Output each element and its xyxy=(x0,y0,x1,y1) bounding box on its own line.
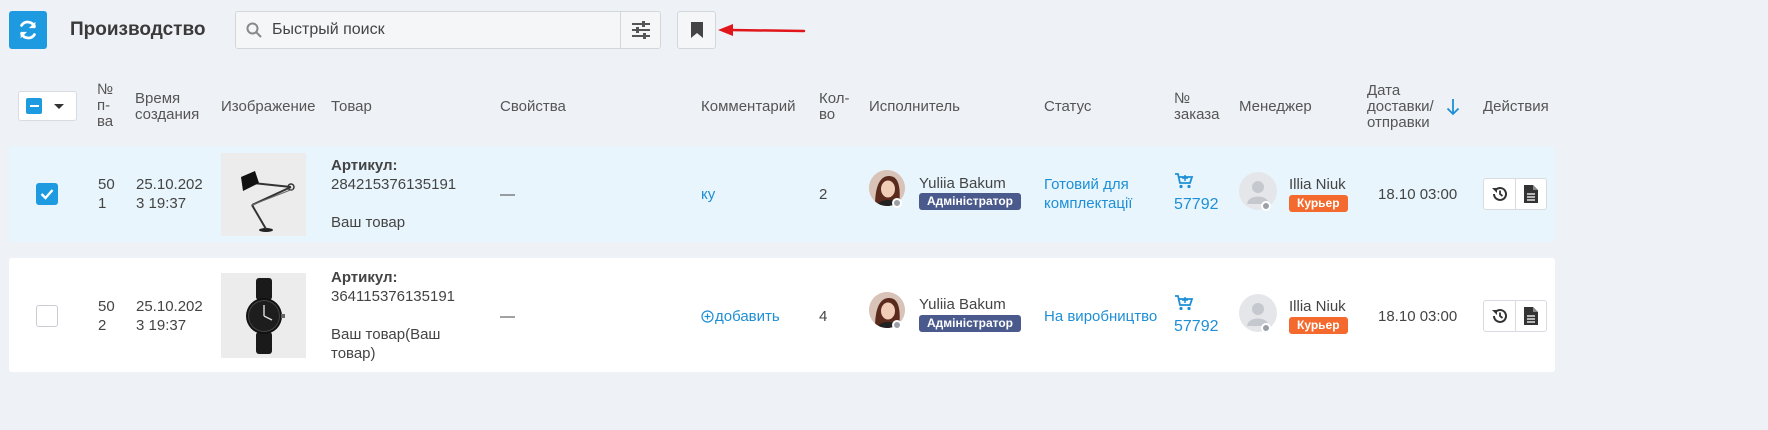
caret-down-icon xyxy=(54,103,64,109)
executor-role-badge: Адміністратор xyxy=(919,193,1022,210)
page-title: Производство xyxy=(70,19,206,40)
wristwatch-image[interactable] xyxy=(221,273,306,358)
header-delivery[interactable]: Дата доставки/отправки xyxy=(1367,83,1434,131)
manager-avatar xyxy=(1239,172,1277,210)
row-actions xyxy=(1483,300,1547,332)
header-actions: Действия xyxy=(1483,98,1549,115)
properties-value: — xyxy=(500,308,515,325)
row-num: 50 1 xyxy=(98,176,115,212)
bookmark-icon xyxy=(690,22,703,38)
header-executor[interactable]: Исполнитель xyxy=(869,99,960,115)
executor-name: Yuliia Bakum xyxy=(919,296,1006,313)
document-icon xyxy=(1524,185,1538,203)
search-icon xyxy=(236,12,272,48)
sku-label: Артикул: xyxy=(331,269,398,286)
product-info: Артикул: 364115376135191 Ваш товар(Ваш то… xyxy=(331,268,455,363)
plus-circle-icon xyxy=(701,310,714,323)
header-status[interactable]: Статус xyxy=(1044,99,1091,115)
row-created: 25.10.202 3 19:37 xyxy=(136,298,203,334)
history-button[interactable] xyxy=(1484,179,1515,209)
document-icon xyxy=(1524,307,1538,325)
filter-settings-button[interactable] xyxy=(620,12,660,48)
search-box xyxy=(235,11,661,49)
refresh-button[interactable] xyxy=(9,11,47,49)
row-checkbox[interactable] xyxy=(36,305,58,327)
bookmark-button[interactable] xyxy=(677,11,716,49)
manager-role-badge: Курьер xyxy=(1289,317,1348,334)
select-all-dropdown[interactable] xyxy=(18,91,77,121)
product-name: Ваш товар xyxy=(331,214,406,231)
offline-status-dot xyxy=(1261,201,1271,211)
row-checkbox[interactable] xyxy=(36,183,58,205)
refresh-icon xyxy=(20,20,36,40)
history-icon xyxy=(1491,308,1507,323)
sort-down-arrow-icon[interactable] xyxy=(1446,98,1460,116)
sku-label: Артикул: xyxy=(331,157,398,174)
delivery-date: 18.10 03:00 xyxy=(1378,186,1458,203)
row-num: 50 2 xyxy=(98,298,115,334)
document-button[interactable] xyxy=(1515,301,1546,331)
header-order[interactable]: № заказа xyxy=(1174,91,1220,123)
header-product[interactable]: Товар xyxy=(331,99,372,115)
document-button[interactable] xyxy=(1515,179,1546,209)
check-icon xyxy=(40,189,54,200)
annotation-arrow xyxy=(718,24,806,36)
order-number-link[interactable]: 57792 xyxy=(1174,195,1219,214)
executor-role-badge: Адміністратор xyxy=(919,315,1022,332)
product-info: Артикул: 284215376135191 Ваш товар xyxy=(331,156,456,232)
comment-link[interactable]: ку xyxy=(701,185,715,204)
properties-value: — xyxy=(500,186,515,203)
cart-icon[interactable] xyxy=(1174,173,1194,189)
history-button[interactable] xyxy=(1484,301,1515,331)
qty-value: 4 xyxy=(819,308,828,325)
offline-status-dot xyxy=(892,198,902,208)
header-num[interactable]: № п-ва xyxy=(97,82,113,130)
manager-name: Illia Niuk xyxy=(1289,298,1346,315)
cart-icon[interactable] xyxy=(1174,295,1194,311)
manager-name: Illia Niuk xyxy=(1289,176,1346,193)
manager-avatar xyxy=(1239,294,1277,332)
history-icon xyxy=(1491,186,1507,201)
add-comment-link[interactable]: добавить xyxy=(701,307,780,326)
header-image: Изображение xyxy=(221,98,316,115)
status-link[interactable]: Готовий для комплектації xyxy=(1044,175,1132,213)
desk-lamp-image[interactable] xyxy=(221,153,306,236)
header-properties: Свойства xyxy=(500,98,566,115)
sliders-icon xyxy=(631,21,650,39)
header-qty[interactable]: Кол-во xyxy=(819,91,850,123)
header-created[interactable]: Время создания xyxy=(135,91,199,123)
row-actions xyxy=(1483,178,1547,210)
product-name: Ваш товар(Ваш товар) xyxy=(331,326,441,362)
header-manager[interactable]: Менеджер xyxy=(1239,99,1312,115)
executor-name: Yuliia Bakum xyxy=(919,175,1006,192)
order-number-link[interactable]: 57792 xyxy=(1174,317,1219,336)
add-comment-label: добавить xyxy=(715,308,780,325)
qty-value: 2 xyxy=(819,186,828,203)
offline-status-dot xyxy=(892,320,902,330)
search-input[interactable] xyxy=(272,13,612,47)
delivery-date: 18.10 03:00 xyxy=(1378,308,1458,325)
row-created: 25.10.202 3 19:37 xyxy=(136,176,203,212)
sku-value: 364115376135191 xyxy=(331,288,456,305)
status-link[interactable]: На виробництво xyxy=(1044,307,1157,326)
sku-value: 284215376135191 xyxy=(331,176,457,193)
offline-status-dot xyxy=(1261,323,1271,333)
header-comment: Комментарий xyxy=(701,98,796,115)
select-all-checkbox[interactable] xyxy=(26,98,42,114)
manager-role-badge: Курьер xyxy=(1289,195,1348,212)
